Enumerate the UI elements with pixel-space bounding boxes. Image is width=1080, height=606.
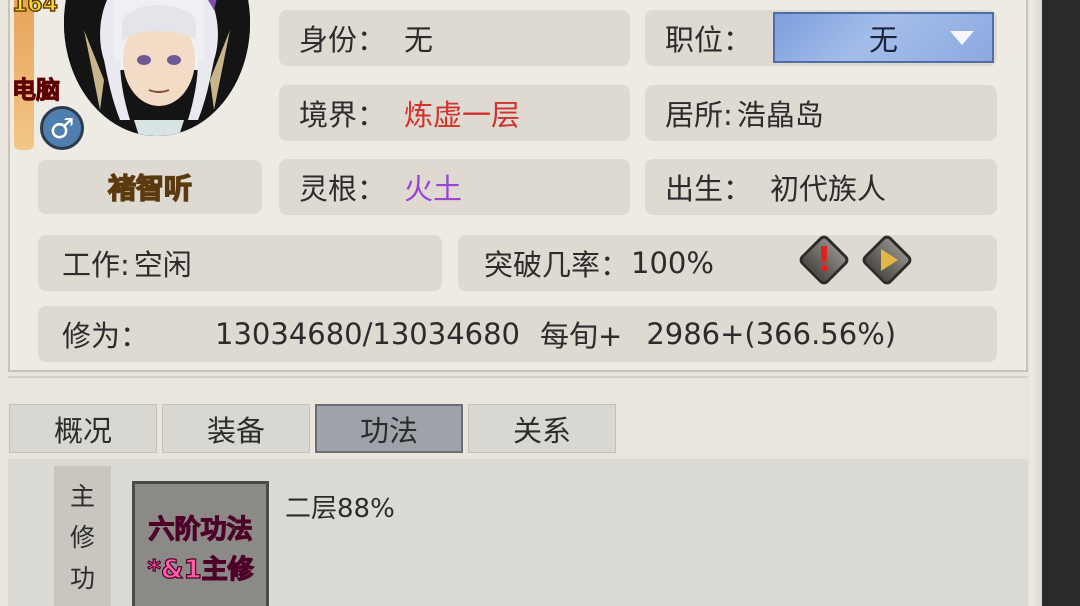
breakthrough-value: 100% — [631, 246, 714, 280]
spirit-root-value: 火土 — [404, 172, 463, 206]
controller-label: 电脑 — [12, 76, 61, 105]
right-frame — [1042, 0, 1080, 606]
spirit-root-label: 灵根： — [299, 172, 387, 206]
realm-value: 炼虚一层 — [404, 98, 521, 132]
skill-progress: 二层88% — [285, 494, 395, 524]
character-name: 褚智听 — [38, 160, 262, 214]
skill-card[interactable]: 六阶功法 *&1主修 — [132, 481, 269, 606]
cultivation-label: 修为： — [62, 319, 150, 353]
identity-label: 身份： — [299, 23, 387, 57]
birth-label: 出生： — [665, 172, 753, 206]
work-value: 空闲 — [133, 248, 192, 282]
identity-field: 身份： 无 — [279, 10, 630, 66]
tab-equipment[interactable]: 装备 — [162, 404, 310, 453]
panel-divider — [8, 376, 1028, 378]
birth-field: 出生： 初代族人 — [645, 159, 997, 215]
realm-field: 境界： 炼虚一层 — [279, 85, 630, 141]
birth-value: 初代族人 — [770, 172, 887, 206]
position-label: 职位： — [665, 23, 753, 57]
position-value: 无 — [868, 22, 898, 57]
realm-label: 境界： — [299, 98, 387, 132]
side-tab-char: 主 — [69, 482, 95, 511]
work-label: 工作: — [62, 248, 130, 282]
male-icon: ♂ — [40, 106, 84, 150]
per-turn-label: 每旬+ — [540, 319, 623, 353]
side-tab-char: 修 — [69, 523, 95, 552]
residence-label: 居所: — [665, 98, 733, 132]
work-field: 工作: 空闲 — [38, 235, 442, 291]
residence-value: 浩皛岛 — [736, 98, 824, 132]
spirit-root-field: 灵根： 火土 — [279, 159, 630, 215]
position-select[interactable]: 无 — [773, 12, 994, 63]
cultivation-value: 13034680/13034680 — [215, 317, 520, 351]
play-arrow-icon — [880, 249, 898, 271]
breakthrough-field: 突破几率： 100% — [458, 235, 997, 291]
residence-field: 居所: 浩皛岛 — [645, 85, 997, 141]
chevron-down-icon — [950, 31, 974, 45]
level-badge: 164 — [11, 0, 58, 18]
main-skill-side-tab[interactable]: 主 修 功 — [54, 466, 111, 606]
per-turn-value: 2986+(366.56%) — [646, 317, 897, 351]
breakthrough-label: 突破几率： — [484, 248, 630, 282]
tab-skills[interactable]: 功法 — [315, 404, 463, 453]
tab-overview[interactable]: 概况 — [9, 404, 157, 453]
identity-value: 无 — [404, 23, 434, 57]
tab-relations[interactable]: 关系 — [468, 404, 616, 453]
skill-card-title: 六阶功法 — [148, 514, 253, 545]
skill-card-subtitle: *&1主修 — [147, 554, 255, 585]
cultivation-field: 修为： 13034680/13034680 每旬+ 2986+(366.56%) — [38, 306, 997, 362]
side-tab-char: 功 — [69, 564, 95, 593]
alert-icon: ! — [816, 240, 832, 280]
